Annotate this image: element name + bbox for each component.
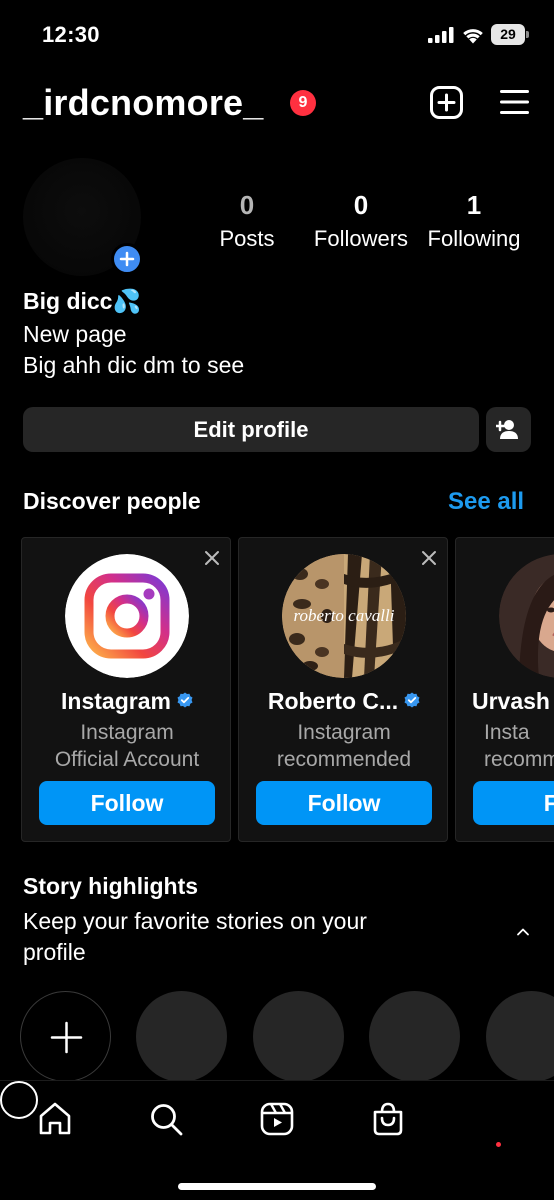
notification-badge: 9	[290, 90, 316, 116]
followers-label: Followers	[313, 226, 409, 251]
follow-button[interactable]: Follow	[39, 781, 215, 825]
suggestion-name[interactable]: Roberto C...	[239, 688, 447, 715]
battery-level: 29	[500, 26, 516, 42]
profile-screen: 12:30 29 _irdcnomore_ 9 0 Posts 0 Follow…	[0, 0, 554, 1200]
highlight-placeholder	[369, 991, 460, 1082]
edit-profile-button[interactable]: Edit profile	[23, 407, 479, 452]
display-name: Big dicc💦	[23, 288, 142, 314]
reels-icon[interactable]	[259, 1101, 295, 1137]
profile-header: _irdcnomore_ 9	[0, 78, 554, 132]
status-time: 12:30	[42, 22, 100, 47]
suggestion-card[interactable]: Urvash Insta recomm Fol	[455, 537, 554, 842]
suggestion-name[interactable]: Urvash	[472, 688, 554, 715]
see-all-link[interactable]: See all	[448, 488, 524, 516]
new-highlight-button[interactable]	[20, 991, 111, 1082]
highlight-placeholder	[136, 991, 227, 1082]
verified-badge-icon	[404, 692, 420, 708]
add-story-button[interactable]	[111, 243, 143, 275]
signal-icon	[428, 27, 454, 43]
suggestion-name[interactable]: Instagram	[22, 688, 230, 715]
suggestion-subtitle: Instagram	[80, 721, 174, 744]
person-photo-image	[499, 554, 554, 678]
status-bar: 12:30 29	[0, 0, 554, 70]
following-count: 1	[466, 190, 482, 220]
suggestion-subtitle: recomm	[484, 748, 554, 771]
urvashi-avatar[interactable]	[499, 554, 554, 678]
wifi-icon	[463, 29, 483, 44]
following-label: Following	[427, 226, 521, 251]
svg-text:roberto cavalli: roberto cavalli	[294, 606, 395, 625]
bottom-nav	[0, 1080, 554, 1200]
discover-people-title: Discover people	[23, 488, 201, 514]
suggestion-name-text: Roberto C...	[267, 688, 399, 714]
verified-badge-icon	[177, 692, 193, 708]
follow-button[interactable]: Fol	[473, 781, 554, 825]
discover-people-button[interactable]	[486, 407, 531, 452]
battery-icon: 29	[491, 24, 529, 45]
notification-dot	[496, 1142, 501, 1147]
create-post-icon[interactable]	[430, 86, 463, 119]
posts-count: 0	[239, 190, 255, 220]
suggestion-name-text: Instagram	[61, 688, 171, 714]
followers-count: 0	[353, 190, 369, 220]
posts-label: Posts	[219, 226, 275, 251]
instagram-logo-avatar[interactable]	[65, 554, 189, 678]
highlight-placeholder	[486, 991, 554, 1082]
leopard-pattern-image: roberto cavalli	[282, 554, 406, 678]
close-icon[interactable]	[421, 550, 437, 566]
following-stat[interactable]: 1 Following	[420, 190, 528, 254]
suggestion-card[interactable]: Instagram Instagram Official Account Fol…	[21, 537, 231, 842]
suggestion-subtitle: Instagram	[297, 721, 391, 744]
suggestion-card[interactable]: roberto cavalli Roberto C... Instagram r…	[238, 537, 448, 842]
close-icon[interactable]	[204, 550, 220, 566]
username-switcher[interactable]: _irdcnomore_	[23, 82, 263, 124]
followers-stat[interactable]: 0 Followers	[305, 190, 417, 254]
instagram-logo-icon	[65, 554, 189, 678]
roberto-cavalli-avatar[interactable]: roberto cavalli	[282, 554, 406, 678]
add-person-icon	[496, 420, 518, 439]
story-highlights-title: Story highlights	[23, 873, 199, 899]
suggestion-subtitle: recommended	[276, 748, 412, 771]
suggestion-subtitle: Insta	[484, 721, 530, 744]
plus-icon	[119, 251, 135, 267]
posts-stat[interactable]: 0 Posts	[205, 190, 289, 254]
menu-icon[interactable]	[500, 89, 529, 115]
shop-icon[interactable]	[370, 1101, 406, 1137]
chevron-up-icon[interactable]	[516, 927, 530, 937]
bio-line: New page	[23, 321, 127, 347]
profile-icon[interactable]	[0, 1081, 38, 1119]
highlight-placeholder	[253, 991, 344, 1082]
home-indicator[interactable]	[178, 1183, 376, 1190]
story-highlights-subtitle: Keep your favorite stories on your profi…	[23, 908, 367, 965]
plus-icon	[50, 1021, 83, 1054]
home-icon[interactable]	[37, 1101, 73, 1137]
follow-button[interactable]: Follow	[256, 781, 432, 825]
bio-line: Big ahh dic dm to see	[23, 352, 245, 378]
suggestion-subtitle: Official Account	[54, 748, 200, 771]
search-icon[interactable]	[148, 1101, 184, 1137]
